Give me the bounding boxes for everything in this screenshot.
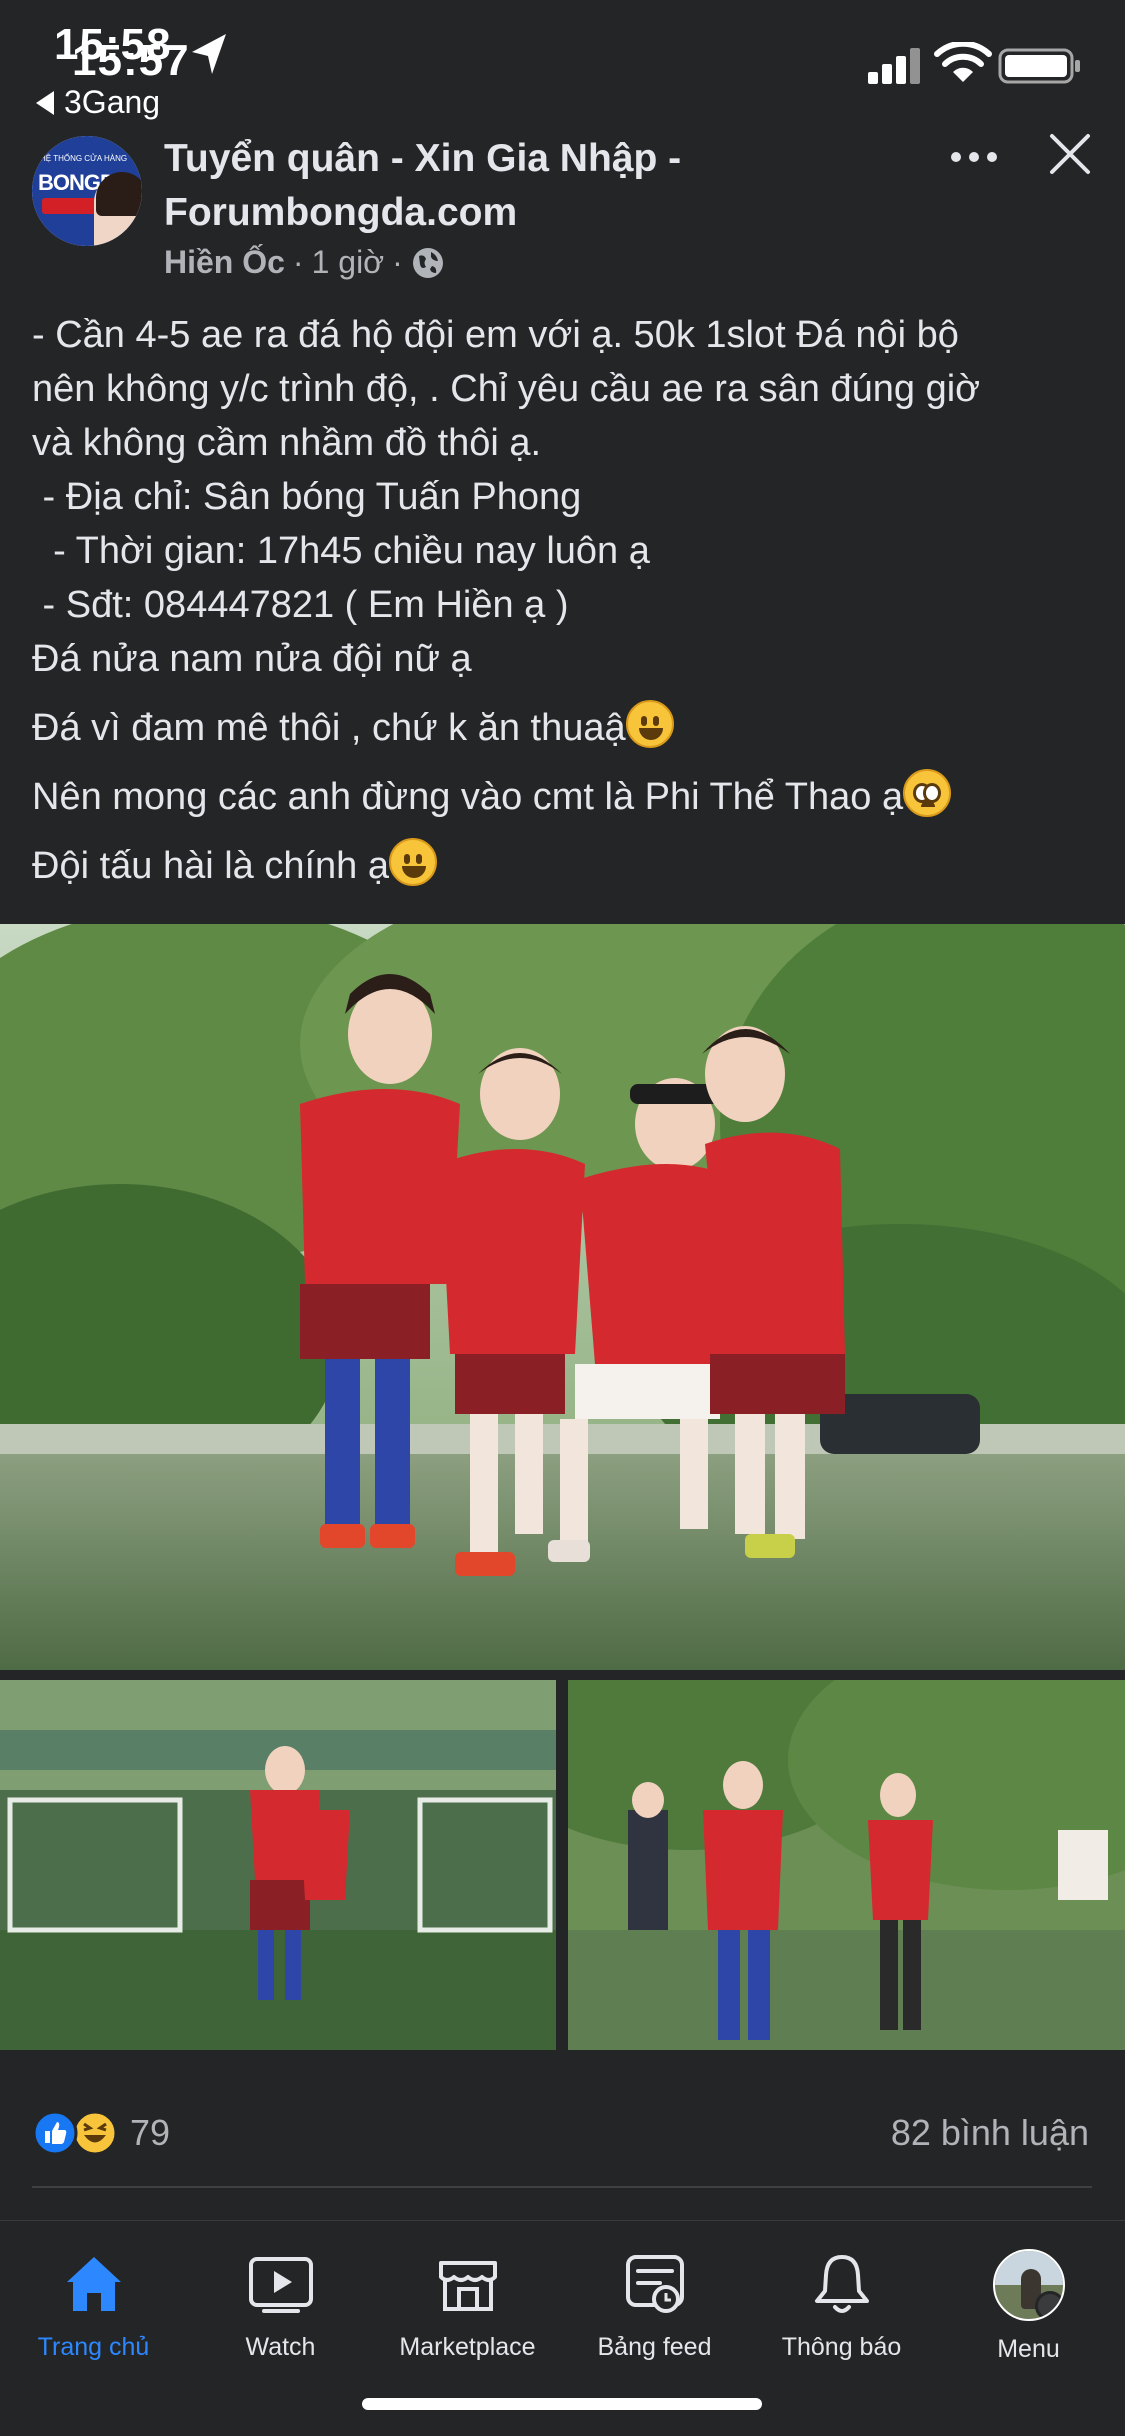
menu-badge-icon [1034, 2291, 1063, 2319]
home-indicator[interactable] [362, 2398, 762, 2410]
tab-notifications[interactable]: Thông báo [748, 2249, 935, 2362]
post-text-line: Đội tấu hài là chính ạ [32, 838, 1102, 893]
post-meta: Hiền Ốc · 1 giờ · [164, 244, 445, 281]
tab-watch-label: Watch [245, 2333, 316, 2361]
post-text: - Cần 4-5 ae ra đá hộ đội em với ạ. 50k … [32, 308, 1102, 893]
battery-icon [998, 48, 1080, 84]
group-name-link[interactable]: Tuyển quân - Xin Gia Nhập - Forumbongda.… [164, 132, 764, 240]
tab-menu[interactable]: Menu [935, 2249, 1122, 2364]
avatar-hair [96, 172, 142, 216]
haha-reaction-icon [72, 2110, 118, 2156]
post-text-line: và không cầm nhầm đồ thôi ạ. [32, 422, 542, 464]
tab-notifications-label: Thông báo [781, 2333, 902, 2361]
post-text-line: - Thời gian: 17h45 chiều nay luôn ạ [32, 530, 650, 572]
post-text-line: - Sđt: 084447821 ( Em Hiền ạ ) [32, 584, 569, 626]
post-text-line: Đá nửa nam nửa đội nữ ạ [32, 638, 472, 680]
divider [32, 2186, 1092, 2188]
wifi-icon [934, 42, 992, 82]
pleading-face-emoji [903, 769, 952, 817]
status-time: 15:57 [72, 36, 190, 85]
post-text-line: - Địa chỉ: Sân bóng Tuấn Phong [32, 476, 582, 518]
post-header: HỆ THỐNG CỬA HÀNG BONGDA Tuyển quân - Xi… [0, 132, 1125, 292]
back-to-app-link[interactable]: 3Gang [36, 84, 160, 121]
author-name[interactable]: Hiền Ốc [164, 244, 285, 281]
grinning-face-emoji [389, 838, 438, 886]
post-time[interactable]: 1 giờ [312, 244, 385, 281]
like-reaction-icon [32, 2110, 78, 2156]
comment-count-link[interactable]: 82 bình luận [891, 2112, 1089, 2154]
facebook-post-viewer: 15:58 15:57 3Gang HỆ THỐNG CỬA HÀNG BONG… [0, 0, 1125, 2436]
tab-marketplace[interactable]: Marketplace [374, 2249, 561, 2362]
watch-icon [248, 2257, 313, 2313]
post-text-line: nên không y/c trình độ, . Chỉ yêu cầu ae… [32, 368, 981, 410]
home-icon [66, 2257, 121, 2311]
public-globe-icon [412, 247, 443, 278]
post-text-line: Nên mong các anh đừng vào cmt là Phi Thể… [32, 769, 1102, 824]
feed-icon [625, 2255, 684, 2313]
status-bar: 15:58 15:57 3Gang [0, 0, 1125, 130]
passion-text: Đá vì đam mê thôi , chứ k ăn thuaậ [32, 707, 626, 749]
location-arrow-icon [192, 34, 226, 74]
back-app-label: 3Gang [64, 84, 161, 120]
post-photo-2[interactable] [0, 1680, 556, 2050]
post-text-line: Đá vì đam mê thôi , chứ k ăn thuaậ [32, 700, 1102, 755]
fun-text: Đội tấu hài là chính ạ [32, 845, 390, 887]
post-text-line: - Cần 4-5 ae ra đá hộ đội em với ạ. 50k … [32, 314, 959, 356]
tab-home-label: Trang chủ [37, 2333, 150, 2361]
grinning-face-emoji [625, 700, 674, 748]
tab-home[interactable]: Trang chủ [0, 2249, 187, 2362]
logo-red-stripe [42, 198, 96, 214]
meta-separator: · [292, 244, 304, 280]
reactions-bar: 79 82 bình luận [0, 2096, 1125, 2168]
marketplace-icon [438, 2261, 497, 2311]
post-photo-3[interactable] [568, 1680, 1125, 2050]
request-text: Nên mong các anh đừng vào cmt là Phi Thể… [32, 776, 904, 818]
profile-avatar [992, 2249, 1065, 2321]
meta-separator: · [392, 244, 403, 280]
bell-icon [814, 2255, 869, 2313]
group-avatar[interactable]: HỆ THỐNG CỬA HÀNG BONGDA [32, 136, 142, 246]
tab-menu-label: Menu [997, 2335, 1060, 2363]
tab-feeds-label: Bảng feed [597, 2333, 712, 2361]
post-photo-main[interactable] [0, 924, 1125, 1670]
tab-watch[interactable]: Watch [187, 2249, 374, 2362]
reaction-count[interactable]: 79 [130, 2112, 170, 2154]
more-options-icon[interactable] [946, 142, 1002, 172]
tab-marketplace-label: Marketplace [399, 2333, 536, 2361]
tab-feeds[interactable]: Bảng feed [561, 2249, 748, 2362]
back-arrow-icon [36, 90, 54, 115]
cellular-signal-icon [868, 48, 920, 84]
close-icon[interactable] [1048, 132, 1092, 176]
logo-subtext: HỆ THỐNG CỬA HÀNG [40, 154, 128, 163]
